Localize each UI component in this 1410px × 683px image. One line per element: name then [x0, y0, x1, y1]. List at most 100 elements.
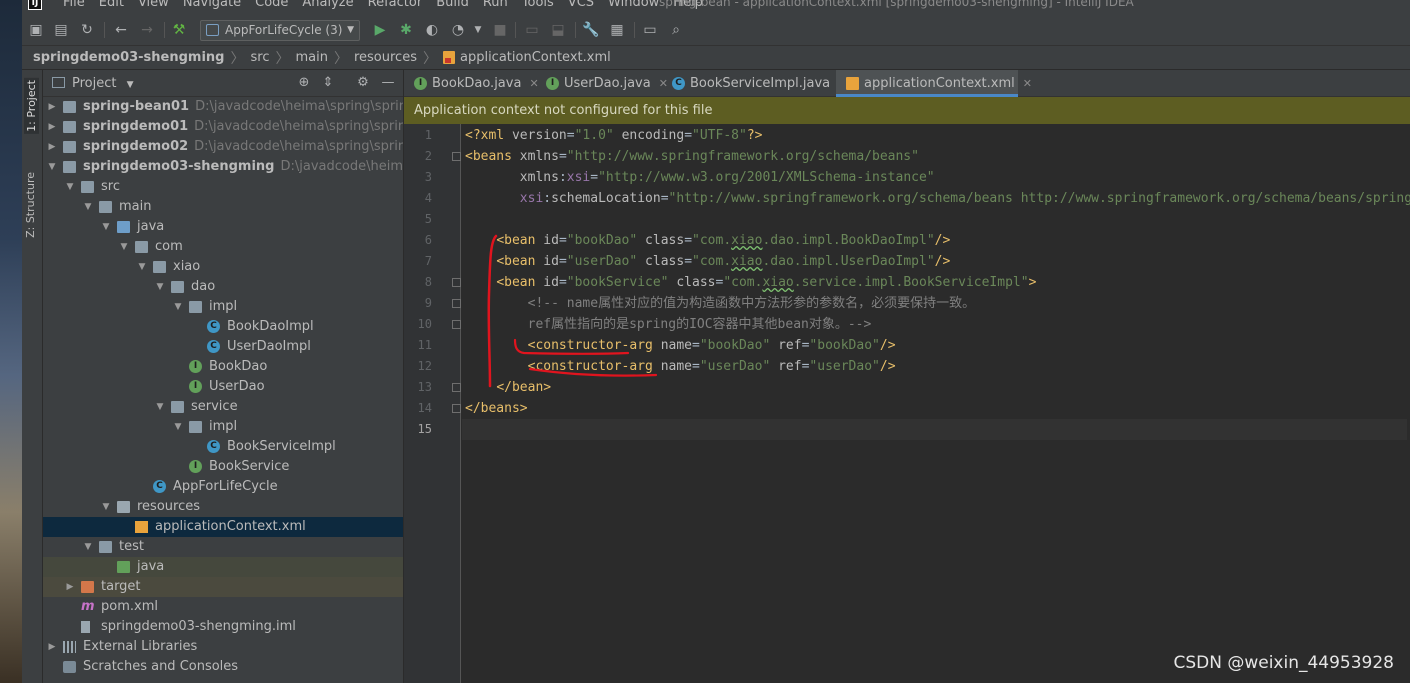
menu-window[interactable]: Window	[601, 0, 666, 10]
tab-userdao-java[interactable]: I UserDao.java ✕	[536, 70, 668, 97]
collapsed-arrow-icon[interactable]: ▶	[47, 97, 57, 117]
tree-row[interactable]: I BookService	[43, 457, 403, 477]
tree-row[interactable]: ▼ java	[43, 217, 403, 237]
expanded-arrow-icon[interactable]: ▼	[83, 537, 93, 557]
build-hammer-icon[interactable]: ⚒	[170, 21, 188, 39]
tree-row[interactable]: springdemo03-shengming.iml	[43, 617, 403, 637]
close-icon[interactable]: ✕	[1023, 77, 1032, 90]
expanded-arrow-icon[interactable]: ▼	[119, 237, 129, 257]
run-icon[interactable]: ▶	[371, 21, 389, 39]
menu-tools[interactable]: Tools	[515, 0, 561, 10]
search-icon[interactable]: ⌕	[667, 21, 685, 39]
project-view-select[interactable]: Project ▼	[52, 76, 134, 91]
expanded-arrow-icon[interactable]: ▼	[155, 277, 165, 297]
tree-row[interactable]: I UserDao	[43, 377, 403, 397]
save-icon[interactable]: ▤	[52, 21, 70, 39]
tree-row[interactable]: ▶ springdemo01 D:\javadcode\heima\spring\s…	[43, 117, 403, 137]
settings-wrench-icon[interactable]: 🔧	[582, 21, 600, 39]
collapsed-arrow-icon[interactable]: ▶	[47, 137, 57, 157]
tree-row[interactable]: ▶ spring-bean01 D:\javadcode\heima\spring\…	[43, 97, 403, 117]
coverage-icon[interactable]: ◐	[423, 21, 441, 39]
update-icon[interactable]: ⬓	[549, 21, 567, 39]
tree-row[interactable]: ▼ xiao	[43, 257, 403, 277]
tree-row[interactable]: ▼ main	[43, 197, 403, 217]
tree-row[interactable]: I BookDao	[43, 357, 403, 377]
tree-row[interactable]: C BookServiceImpl	[43, 437, 403, 457]
tree-row[interactable]: ▼ src	[43, 177, 403, 197]
expanded-arrow-icon[interactable]: ▼	[47, 157, 57, 177]
tree-row[interactable]: java	[43, 557, 403, 577]
expanded-arrow-icon[interactable]: ▼	[137, 257, 147, 277]
terminal-icon[interactable]: ▭	[641, 21, 659, 39]
tab-structure-tool[interactable]: Z: Structure	[24, 172, 37, 238]
sync-icon[interactable]: ↻	[78, 21, 96, 39]
stop-icon[interactable]: ■	[491, 21, 509, 39]
expanded-arrow-icon[interactable]: ▼	[65, 177, 75, 197]
fold-marker-icon[interactable]	[452, 320, 461, 329]
tree-row[interactable]: C UserDaoImpl	[43, 337, 403, 357]
code-editor[interactable]: 1 2 3 4 5 6 7 8 9 10 11 12 13 14 15 <?xml version="1.0…	[404, 124, 1410, 683]
hide-panel-icon[interactable]: —	[380, 75, 396, 91]
tree-row[interactable]: ▼ com	[43, 237, 403, 257]
menu-refactor[interactable]: Refactor	[361, 0, 430, 10]
tree-row[interactable]: ▼ dao	[43, 277, 403, 297]
tree-row[interactable]: ▼ test	[43, 537, 403, 557]
tree-row[interactable]: ▼ impl	[43, 417, 403, 437]
forward-icon[interactable]: →	[138, 21, 156, 39]
tab-bookdao-java[interactable]: I BookDao.java ✕	[404, 70, 540, 97]
attach-debugger-icon[interactable]: ▭	[523, 21, 541, 39]
collapse-all-icon[interactable]: ⇕	[320, 75, 336, 91]
expanded-arrow-icon[interactable]: ▼	[101, 217, 111, 237]
tree-row[interactable]: ▶ target	[43, 577, 403, 597]
fold-marker-icon[interactable]	[452, 404, 461, 413]
menu-code[interactable]: Code	[248, 0, 295, 10]
run-configuration-select[interactable]: AppForLifeCycle (3) ▼	[200, 20, 360, 41]
tree-row[interactable]: C AppForLifeCycle	[43, 477, 403, 497]
menu-analyze[interactable]: Analyze	[295, 0, 360, 10]
profile-dropdown-icon[interactable]: ▼	[469, 21, 487, 39]
menu-view[interactable]: View	[131, 0, 176, 10]
menu-run[interactable]: Run	[476, 0, 515, 10]
project-structure-icon[interactable]: ▦	[608, 21, 626, 39]
debug-icon[interactable]: ✱	[397, 21, 415, 39]
gear-icon[interactable]: ⚙	[355, 75, 371, 91]
tree-row[interactable]: ▼ springdemo03-shengming D:\javadcode\heim…	[43, 157, 403, 177]
tab-applicationcontext-xml[interactable]: applicationContext.xml ✕	[836, 70, 1032, 97]
tab-bookserviceimpl-java[interactable]: CBookServiceImpl.java✕	[662, 70, 847, 97]
menu-vcs[interactable]: VCS	[561, 0, 601, 10]
expanded-arrow-icon[interactable]: ▼	[155, 397, 165, 417]
tree-row[interactable]: ▼ impl	[43, 297, 403, 317]
tree-row[interactable]: Scratches and Consoles	[43, 657, 403, 677]
tab-project-tool[interactable]: 1: Project	[24, 78, 39, 134]
breadcrumb-main[interactable]: main	[295, 50, 327, 65]
collapsed-arrow-icon[interactable]: ▶	[47, 117, 57, 137]
collapsed-arrow-icon[interactable]: ▶	[65, 577, 75, 597]
fold-marker-icon[interactable]	[452, 152, 461, 161]
tree-row[interactable]: m pom.xml	[43, 597, 403, 617]
breadcrumb-src[interactable]: src	[251, 50, 270, 65]
expanded-arrow-icon[interactable]: ▼	[83, 197, 93, 217]
fold-marker-icon[interactable]	[452, 383, 461, 392]
expanded-arrow-icon[interactable]: ▼	[173, 297, 183, 317]
menu-file[interactable]: File	[56, 0, 92, 10]
breadcrumb-file[interactable]: applicationContext.xml	[460, 50, 611, 65]
expanded-arrow-icon[interactable]: ▼	[101, 497, 111, 517]
tree-row[interactable]: ▶ springdemo02 D:\javadcode\heima\spring\s…	[43, 137, 403, 157]
tree-row[interactable]: ▼ resources	[43, 497, 403, 517]
collapsed-arrow-icon[interactable]: ▶	[47, 637, 57, 657]
tree-row[interactable]: C BookDaoImpl	[43, 317, 403, 337]
open-folder-icon[interactable]: ▣	[27, 21, 45, 39]
menu-build[interactable]: Build	[429, 0, 476, 10]
profile-icon[interactable]: ◔	[449, 21, 467, 39]
breadcrumb-project[interactable]: springdemo03-shengming	[33, 50, 225, 65]
tree-row[interactable]: ▼ service	[43, 397, 403, 417]
tree-row[interactable]: ▶ External Libraries	[43, 637, 403, 657]
menu-navigate[interactable]: Navigate	[176, 0, 248, 10]
fold-marker-icon[interactable]	[452, 299, 461, 308]
fold-marker-icon[interactable]	[452, 278, 461, 287]
back-icon[interactable]: ←	[112, 21, 130, 39]
breadcrumb-resources[interactable]: resources	[354, 50, 417, 65]
tree-row[interactable]: applicationContext.xml	[43, 517, 403, 537]
menu-edit[interactable]: Edit	[92, 0, 131, 10]
locate-target-icon[interactable]: ⊕	[296, 75, 312, 91]
